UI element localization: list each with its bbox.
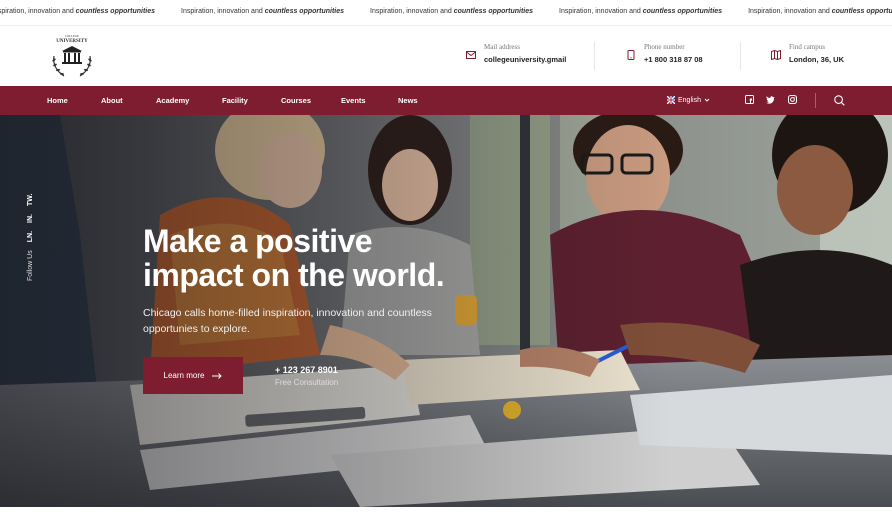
nav-item-facility[interactable]: Facility [222,96,248,105]
site-header: COLLEGE UNIVERSITY Mail address collegeu… [0,26,892,86]
follow-link-twitter[interactable]: TW. [27,194,34,206]
divider [594,42,595,70]
divider [815,93,816,108]
hero-title-highlight: positive [255,223,373,259]
ticker-item-bold: countless opportunities [831,8,892,15]
language-label: English [678,96,701,104]
ticker-item: Inspiration, innovation and countless op… [370,8,533,15]
contact-campus-label: Find campus [789,43,825,51]
search-icon[interactable] [834,95,845,106]
hero-title-part: Make a [143,223,256,259]
instagram-icon[interactable] [788,95,797,104]
contact-campus[interactable]: Find campus London, 36, UK [771,42,844,64]
ticker-item-bold: countless opportunities [264,8,345,15]
ticker-item: Inspiration, innovation and countless op… [0,8,155,15]
learn-more-label: Learn more [163,371,205,380]
ticker-item-lead: Inspiration, innovation and [0,8,76,15]
contact-campus-value[interactable]: London, 36, UK [789,55,844,64]
follow-link-linkedin[interactable]: LN. [27,231,34,242]
contact-mail-value[interactable]: collegeuniversity.gmail [484,55,566,64]
contact-phone-value[interactable]: +1 800 318 87 08 [644,55,703,64]
ticker-item: Inspiration, innovation and countless op… [559,8,722,15]
top-ticker: Inspiration, innovation and countless op… [0,0,892,26]
nav-item-events[interactable]: Events [341,96,366,105]
nav-item-academy[interactable]: Academy [156,96,189,105]
nav-item-courses[interactable]: Courses [281,96,311,105]
consultation-caption: Free Consultation [275,378,339,387]
ticker-item: Inspiration, innovation and countless op… [748,8,892,15]
main-nav: Home About Academy Facility Courses Even… [0,86,892,115]
nav-item-home[interactable]: Home [47,96,68,105]
language-selector[interactable]: English [667,96,710,104]
arrow-right-icon [212,372,223,379]
nav-item-news[interactable]: News [398,96,418,105]
hero-overlay [0,115,892,507]
follow-link-instagram[interactable]: IN. [27,214,34,223]
contact-phone-label: Phone number [644,43,685,51]
ticker-item-bold: countless opportunities [453,8,534,15]
ticker-item-bold: countless opportunities [75,8,156,15]
chevron-down-icon [704,98,710,102]
hero-title-line2: impact on the world. [143,257,445,293]
ticker-item: Inspiration, innovation and countless op… [181,8,344,15]
divider [740,42,741,70]
ticker-item-lead: Inspiration, innovation and [181,8,265,15]
follow-us-bar: Follow Us LN. IN. TW. [27,187,41,287]
university-logo[interactable]: COLLEGE UNIVERSITY [46,32,98,80]
map-icon [771,50,781,60]
svg-text:COLLEGE: COLLEGE [65,34,79,38]
flag-icon [667,96,675,104]
contact-mail[interactable]: Mail address collegeuniversity.gmail [466,42,566,64]
ticker-item-lead: Inspiration, innovation and [748,8,832,15]
laurel-icon: COLLEGE UNIVERSITY [52,34,92,77]
ticker-item-bold: countless opportunities [642,8,723,15]
learn-more-button[interactable]: Learn more [143,357,243,394]
hero-banner: Follow Us LN. IN. TW. Make a positive im… [0,115,892,507]
ticker-item-lead: Inspiration, innovation and [559,8,643,15]
twitter-icon[interactable] [766,95,775,104]
ticker-track: Inspiration, innovation and countless op… [0,8,892,15]
svg-text:UNIVERSITY: UNIVERSITY [56,39,88,44]
phone-icon [627,50,635,60]
hero-title: Make a positive impact on the world. [143,223,445,293]
contact-mail-label: Mail address [484,43,520,51]
nav-item-about[interactable]: About [101,96,123,105]
facebook-icon[interactable] [745,95,754,104]
contact-phone[interactable]: Phone number +1 800 318 87 08 [626,42,703,64]
follow-us-label: Follow Us [27,250,34,281]
hero-subtitle: Chicago calls home-filled inspiration, i… [143,307,432,335]
consultation-phone[interactable]: + 123 267 8901 [275,365,338,375]
mail-icon [466,51,476,59]
ticker-item-lead: Inspiration, innovation and [370,8,454,15]
